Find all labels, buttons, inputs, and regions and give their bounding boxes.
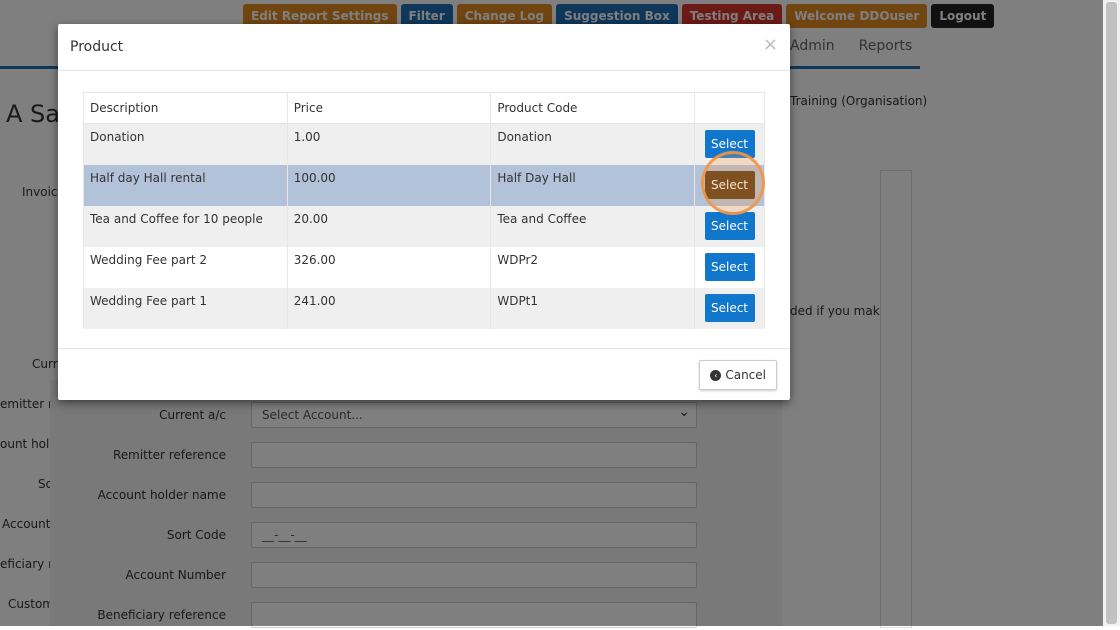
cell-product-code: WDPt1 bbox=[490, 287, 695, 329]
select-button-active[interactable]: Select bbox=[704, 170, 755, 199]
cell-description: Wedding Fee part 2 bbox=[83, 246, 288, 288]
select-button[interactable]: Select bbox=[704, 211, 755, 240]
cell-price: 1.00 bbox=[286, 123, 492, 165]
cell-action: Select bbox=[694, 123, 765, 165]
select-button[interactable]: Select bbox=[704, 252, 755, 281]
column-header-price: Price bbox=[286, 92, 492, 124]
cell-action: Select bbox=[694, 246, 765, 288]
select-button[interactable]: Select bbox=[704, 293, 755, 322]
table-row-selected: Half day Hall rental 100.00 Half Day Hal… bbox=[83, 164, 765, 206]
cancel-button[interactable]: ‹ Cancel bbox=[699, 360, 777, 390]
page-scrollbar[interactable] bbox=[1103, 0, 1120, 626]
table-row: Donation 1.00 Donation Select bbox=[83, 123, 765, 165]
cell-price: 100.00 bbox=[286, 164, 492, 206]
cell-action: Select bbox=[694, 287, 765, 329]
close-icon[interactable]: × bbox=[763, 34, 778, 55]
table-row: Wedding Fee part 2 326.00 WDPr2 Select bbox=[83, 246, 765, 288]
cell-action: Select bbox=[694, 205, 765, 247]
cell-description: Wedding Fee part 1 bbox=[83, 287, 288, 329]
cell-description: Tea and Coffee for 10 people bbox=[83, 205, 288, 247]
cancel-label: Cancel bbox=[725, 368, 766, 382]
cell-product-code: Donation bbox=[490, 123, 695, 165]
select-button[interactable]: Select bbox=[704, 130, 755, 158]
modal-title: Product bbox=[70, 39, 124, 55]
arrow-left-circle-icon: ‹ bbox=[710, 369, 722, 381]
cell-product-code: Tea and Coffee bbox=[490, 205, 695, 247]
table-row: Tea and Coffee for 10 people 20.00 Tea a… bbox=[83, 205, 765, 247]
cell-product-code: WDPr2 bbox=[490, 246, 695, 288]
table-header-row: Description Price Product Code bbox=[83, 92, 765, 124]
cell-product-code: Half Day Hall bbox=[490, 164, 695, 206]
cell-price: 326.00 bbox=[286, 246, 492, 288]
column-header-action bbox=[694, 92, 765, 124]
product-modal: Product × Description Price Product Code… bbox=[58, 24, 790, 400]
cell-price: 20.00 bbox=[286, 205, 492, 247]
scrollbar-thumb[interactable] bbox=[1106, 2, 1117, 624]
cell-description: Donation bbox=[83, 123, 288, 165]
cell-description: Half day Hall rental bbox=[83, 164, 288, 206]
column-header-product-code: Product Code bbox=[490, 92, 695, 124]
cell-action: Select bbox=[694, 164, 765, 206]
modal-footer: ‹ Cancel bbox=[58, 348, 790, 401]
table-row: Wedding Fee part 1 241.00 WDPt1 Select bbox=[83, 287, 765, 329]
column-header-description: Description bbox=[83, 92, 288, 124]
cell-price: 241.00 bbox=[286, 287, 492, 329]
product-table: Description Price Product Code Donation … bbox=[83, 92, 765, 329]
modal-header: Product × bbox=[58, 24, 790, 71]
